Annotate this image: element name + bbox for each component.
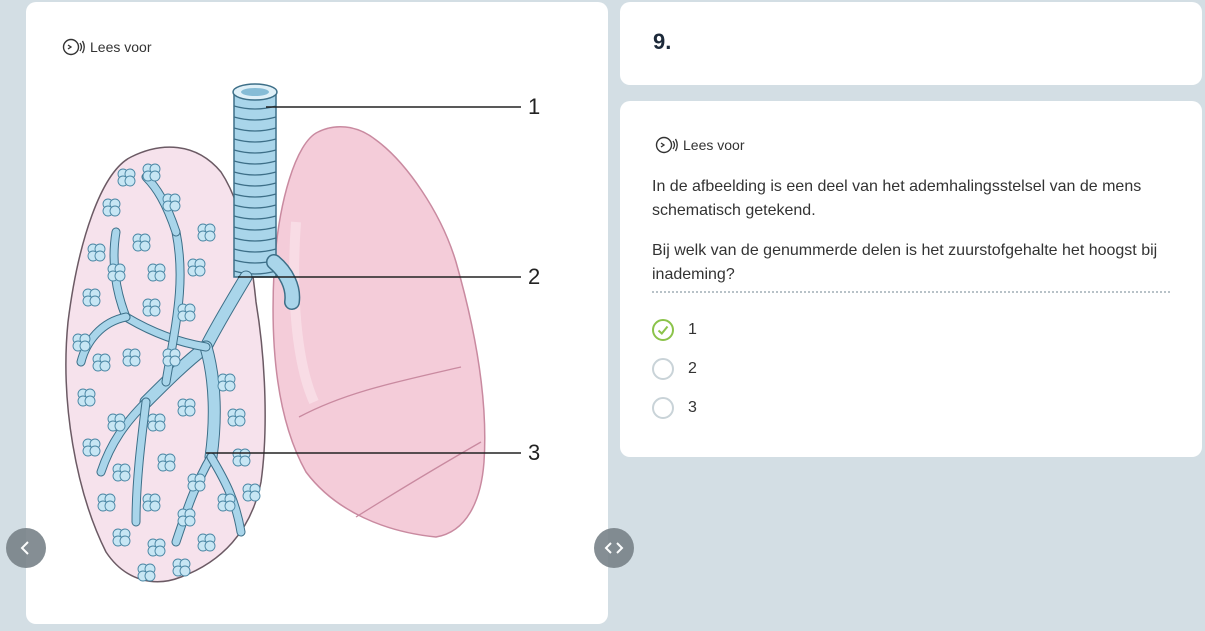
- radio-checked[interactable]: [652, 319, 674, 341]
- checkmark-icon: [657, 325, 669, 335]
- answer-option-label: 1: [688, 321, 697, 338]
- question-number: 9.: [653, 29, 672, 54]
- chevron-left-right-icon: [604, 542, 624, 554]
- chevron-left-icon: [20, 541, 29, 555]
- read-aloud-label: Lees voor: [683, 137, 745, 153]
- answer-option-label: 2: [688, 360, 697, 377]
- figure-label-1: 1: [528, 94, 540, 119]
- divider: [652, 291, 1170, 293]
- read-aloud-button-question[interactable]: Lees voor: [655, 136, 744, 154]
- speaker-icon: [655, 136, 678, 154]
- resize-panels-button[interactable]: [594, 528, 634, 568]
- speaker-icon: [62, 38, 85, 56]
- radio-unchecked[interactable]: [652, 358, 674, 380]
- question-intro-text: In de afbeelding is een deel van het ade…: [652, 178, 1142, 219]
- answer-option-1[interactable]: 1: [652, 319, 697, 341]
- question-card: Lees voor In de afbeelding is een deel v…: [620, 101, 1202, 457]
- answer-option-2[interactable]: 2: [652, 358, 697, 380]
- read-aloud-button-figure[interactable]: Lees voor: [62, 38, 151, 56]
- respiratory-system-figure: 1 2 3: [65, 83, 540, 583]
- previous-button[interactable]: [6, 528, 46, 568]
- radio-unchecked[interactable]: [652, 397, 674, 419]
- question-number-card: 9.: [620, 2, 1202, 85]
- trachea: [232, 83, 278, 278]
- figure-label-2: 2: [528, 264, 540, 289]
- lung-right: [272, 126, 486, 538]
- answer-option-label: 3: [688, 399, 697, 416]
- figure-label-3: 3: [528, 440, 540, 465]
- read-aloud-label: Lees voor: [90, 39, 152, 55]
- question-prompt-text: Bij welk van de genummerde delen is het …: [652, 242, 1158, 283]
- answer-option-3[interactable]: 3: [652, 397, 697, 419]
- figure-card: Lees voor 1 2 3: [26, 2, 608, 624]
